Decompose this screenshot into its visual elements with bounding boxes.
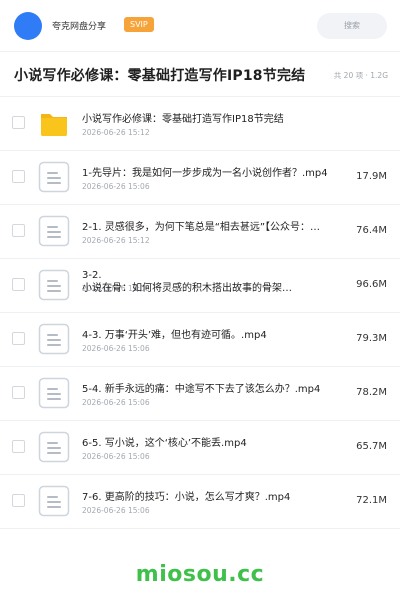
select-checkbox[interactable] bbox=[12, 494, 25, 507]
file-size: 65.7M bbox=[356, 441, 387, 452]
file-name[interactable]: 1-先导片：我是如何一步步成为一名小说创作者？.mp4 bbox=[82, 164, 350, 179]
select-checkbox[interactable] bbox=[12, 224, 25, 237]
search-input[interactable]: 搜索 bbox=[317, 13, 387, 39]
doc-icon bbox=[38, 323, 70, 355]
title-bar: 小说写作必修课：零基础打造写作IP18节完结 共 20 项 · 1.2G bbox=[0, 53, 400, 97]
doc-icon bbox=[38, 215, 70, 247]
file-size: 79.3M bbox=[356, 333, 387, 344]
file-list: 小说写作必修课：零基础打造写作IP18节完结 2026-06-26 15:12 1-… bbox=[0, 97, 400, 529]
file-name[interactable]: 6-5. 写小说，这个‘核心’不能丢.mp4 bbox=[82, 434, 350, 449]
file-name[interactable]: 5-4. 新手永远的痛：中途写不下去了该怎么办？.mp4 bbox=[82, 380, 350, 395]
watermark: miosou.cc bbox=[135, 562, 265, 587]
share-owner-name: 夸克网盘分享 bbox=[52, 22, 107, 32]
page-title: 小说写作必修课：零基础打造写作IP18节完结 bbox=[14, 68, 306, 84]
file-date: 2026-06-26 15:06 bbox=[82, 506, 150, 515]
file-name[interactable]: 3-2. 小说在骨：如何将灵感的积木搭出故事的骨架… bbox=[82, 269, 350, 297]
file-date: 2026-06-26 15:12 bbox=[82, 236, 150, 245]
file-row[interactable]: 3-2. 小说在骨：如何将灵感的积木搭出故事的骨架… 2026-06-26 15:0… bbox=[0, 259, 400, 313]
doc-icon bbox=[38, 377, 70, 409]
file-row[interactable]: 7-6. 更高阶的技巧：小说，怎么写才爽？.mp4 2026-06-26 15:0… bbox=[0, 475, 400, 529]
file-row[interactable]: 4-3. 万事‘开头’难，但也有迹可循。.mp4 2026-06-26 15:06… bbox=[0, 313, 400, 367]
file-row[interactable]: 5-4. 新手永远的痛：中途写不下去了该怎么办？.mp4 2026-06-26 1… bbox=[0, 367, 400, 421]
file-date: 2026-06-26 15:06 bbox=[82, 344, 150, 353]
file-name[interactable]: 2-1. 灵感很多，为何下笔总是“相去甚远”【公众号：… bbox=[82, 218, 350, 233]
file-name[interactable]: 小说写作必修课：零基础打造写作IP18节完结 bbox=[82, 110, 350, 125]
file-row[interactable]: 小说写作必修课：零基础打造写作IP18节完结 2026-06-26 15:12 bbox=[0, 97, 400, 151]
file-row[interactable]: 1-先导片：我是如何一步步成为一名小说创作者？.mp4 2026-06-26 15… bbox=[0, 151, 400, 205]
doc-icon bbox=[38, 161, 70, 193]
select-checkbox[interactable] bbox=[12, 116, 25, 129]
file-size: 78.2M bbox=[356, 387, 387, 398]
select-checkbox[interactable] bbox=[12, 386, 25, 399]
doc-icon bbox=[38, 269, 70, 301]
file-size: 76.4M bbox=[356, 225, 387, 236]
file-size: 72.1M bbox=[356, 495, 387, 506]
select-checkbox[interactable] bbox=[12, 440, 25, 453]
file-name[interactable]: 4-3. 万事‘开头’难，但也有迹可循。.mp4 bbox=[82, 326, 350, 341]
file-row[interactable]: 2-1. 灵感很多，为何下笔总是“相去甚远”【公众号：… 2026-06-26 1… bbox=[0, 205, 400, 259]
avatar[interactable] bbox=[14, 12, 42, 40]
file-date: 2026-06-26 15:12 bbox=[82, 128, 150, 137]
top-header: 夸克网盘分享 SVIP 搜索 bbox=[0, 0, 400, 52]
file-size: 96.6M bbox=[356, 279, 387, 290]
file-date: 2026-06-26 15:06 bbox=[82, 182, 150, 191]
doc-icon bbox=[38, 431, 70, 463]
file-date: 2026-06-26 15:06 bbox=[82, 452, 150, 461]
item-count-size: 共 20 项 · 1.2G bbox=[333, 71, 388, 80]
file-date: 2026-06-26 15:06 bbox=[82, 398, 150, 407]
folder-icon bbox=[38, 107, 70, 139]
file-name[interactable]: 7-6. 更高阶的技巧：小说，怎么写才爽？.mp4 bbox=[82, 488, 350, 503]
select-checkbox[interactable] bbox=[12, 278, 25, 291]
select-checkbox[interactable] bbox=[12, 332, 25, 345]
select-checkbox[interactable] bbox=[12, 170, 25, 183]
svip-badge: SVIP bbox=[124, 17, 154, 32]
file-row[interactable]: 6-5. 写小说，这个‘核心’不能丢.mp4 2026-06-26 15:06 65… bbox=[0, 421, 400, 475]
doc-icon bbox=[38, 485, 70, 517]
file-size: 17.9M bbox=[356, 171, 387, 182]
